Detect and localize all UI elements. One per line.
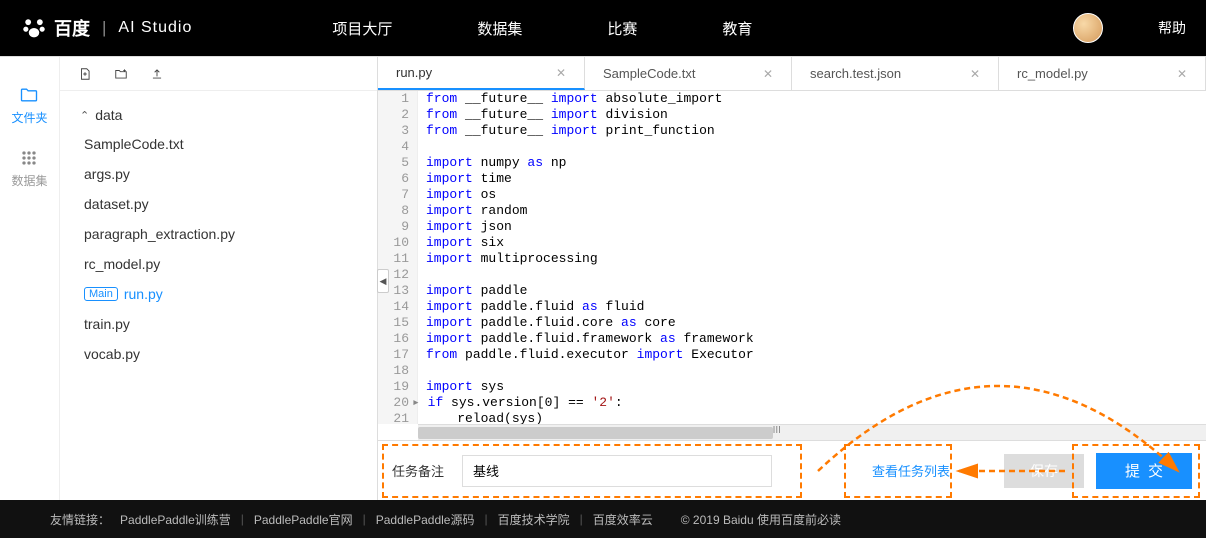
task-label: 任务备注 <box>392 461 444 480</box>
footer-link[interactable]: PaddlePaddle官网 <box>254 511 353 528</box>
view-tasks-link[interactable]: 查看任务列表 <box>872 461 950 480</box>
tree-file[interactable]: args.py <box>80 159 377 189</box>
close-icon[interactable]: ✕ <box>970 67 980 81</box>
avatar[interactable] <box>1073 13 1103 43</box>
new-folder-icon[interactable] <box>114 67 128 81</box>
footer-link[interactable]: PaddlePaddle源码 <box>376 511 475 528</box>
editor-tabs: run.py✕ SampleCode.txt✕ search.test.json… <box>378 57 1206 91</box>
tree-file[interactable]: paragraph_extraction.py <box>80 219 377 249</box>
top-header: 百度 | AI Studio 项目大厅 数据集 比赛 教育 帮助 <box>0 0 1206 56</box>
panel-collapse-handle[interactable]: ◀ <box>377 269 389 293</box>
tab-samplecode[interactable]: SampleCode.txt✕ <box>585 57 792 90</box>
close-icon[interactable]: ✕ <box>1177 67 1187 81</box>
close-icon[interactable]: ✕ <box>556 66 566 80</box>
rail-datasets[interactable]: 数据集 <box>11 140 47 197</box>
logo-main-text: 百度 <box>54 15 90 41</box>
tab-rc-model[interactable]: rc_model.py✕ <box>999 57 1206 90</box>
main-tag: Main <box>84 287 118 301</box>
footer-link[interactable]: PaddlePaddle训练营 <box>120 511 231 528</box>
logo[interactable]: 百度 | AI Studio <box>20 14 192 42</box>
save-button[interactable]: 保存 <box>1004 454 1084 488</box>
main-file-label: run.py <box>124 286 163 302</box>
rail-datasets-label: 数据集 <box>11 172 47 189</box>
close-icon[interactable]: ✕ <box>763 67 773 81</box>
task-note-input[interactable] <box>462 455 772 487</box>
tree-file-main[interactable]: Main run.py <box>80 279 377 309</box>
baidu-paw-icon <box>20 14 48 42</box>
footer-lead: 友情链接： <box>50 511 110 528</box>
tree-folder-data[interactable]: ⌃ data <box>80 101 377 129</box>
tree-file[interactable]: rc_model.py <box>80 249 377 279</box>
logo-sub-text: AI Studio <box>118 19 192 37</box>
folder-icon <box>19 85 39 105</box>
nav-education[interactable]: 教育 <box>722 18 752 39</box>
main-area: 文件夹 数据集 ⌃ data SampleCode.txt args.py da… <box>0 56 1206 500</box>
new-file-icon[interactable] <box>78 67 92 81</box>
file-toolbar <box>60 57 377 91</box>
rail-files[interactable]: 文件夹 <box>11 77 47 134</box>
footer-link[interactable]: 百度技术学院 <box>498 511 570 528</box>
scrollbar-thumb[interactable] <box>418 427 773 439</box>
caret-icon: ⌃ <box>80 109 89 122</box>
tree-file[interactable]: train.py <box>80 309 377 339</box>
nav-projects[interactable]: 项目大厅 <box>332 18 392 39</box>
tab-run-py[interactable]: run.py✕ <box>378 57 585 90</box>
bottom-bar: 任务备注 查看任务列表 保存 提交 <box>378 440 1206 500</box>
scrollbar-mark: III <box>773 425 781 436</box>
rail-files-label: 文件夹 <box>11 109 47 126</box>
tab-search-json[interactable]: search.test.json✕ <box>792 57 999 90</box>
main-nav: 项目大厅 数据集 比赛 教育 <box>332 18 752 39</box>
submit-button[interactable]: 提交 <box>1096 453 1192 489</box>
code-editor[interactable]: 1from __future__ import absolute_import2… <box>378 91 1206 424</box>
help-link[interactable]: 帮助 <box>1158 18 1186 38</box>
logo-separator: | <box>102 18 106 38</box>
grid-icon <box>19 148 39 168</box>
file-tree: ⌃ data SampleCode.txt args.py dataset.py… <box>60 91 377 379</box>
footer: 友情链接： PaddlePaddle训练营| PaddlePaddle官网| P… <box>0 500 1206 538</box>
nav-competitions[interactable]: 比赛 <box>607 18 637 39</box>
upload-icon[interactable] <box>150 67 164 81</box>
left-rail: 文件夹 数据集 <box>0 57 60 500</box>
footer-copyright: © 2019 Baidu 使用百度前必读 <box>681 511 841 528</box>
nav-datasets[interactable]: 数据集 <box>477 18 522 39</box>
header-right: 帮助 <box>1073 13 1186 43</box>
tree-file[interactable]: SampleCode.txt <box>80 129 377 159</box>
editor-area: ◀ run.py✕ SampleCode.txt✕ search.test.js… <box>378 57 1206 500</box>
tree-file[interactable]: vocab.py <box>80 339 377 369</box>
tree-file[interactable]: dataset.py <box>80 189 377 219</box>
folder-label: data <box>95 107 122 123</box>
footer-link[interactable]: 百度效率云 <box>593 511 653 528</box>
horizontal-scrollbar[interactable]: III <box>418 424 1206 440</box>
file-panel: ⌃ data SampleCode.txt args.py dataset.py… <box>60 57 378 500</box>
